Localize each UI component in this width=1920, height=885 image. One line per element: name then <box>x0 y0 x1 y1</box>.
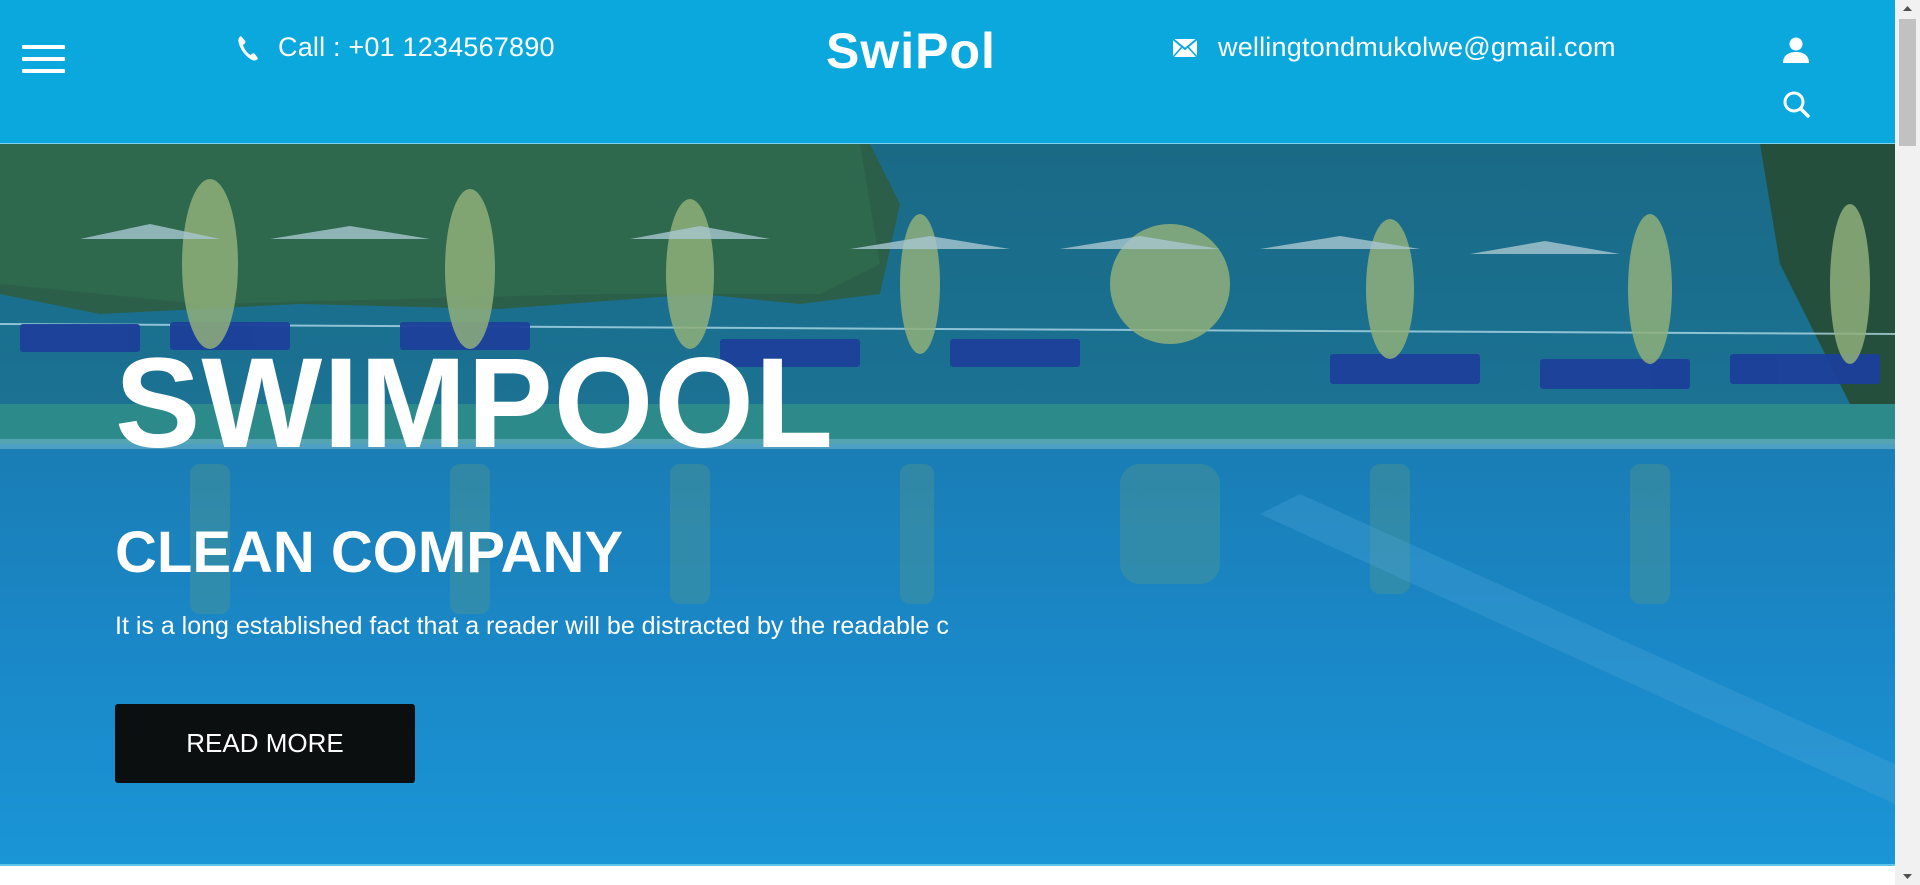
phone-icon <box>238 35 258 60</box>
hero-description: It is a long established fact that a rea… <box>115 612 949 640</box>
user-icon[interactable] <box>1782 36 1810 64</box>
email-link[interactable]: wellingtondmukolwe@gmail.com <box>1172 32 1616 63</box>
call-link[interactable]: Call : +01 1234567890 <box>236 32 555 63</box>
mail-icon <box>1172 37 1198 58</box>
call-text: Call : +01 1234567890 <box>278 32 555 62</box>
scrollbar-thumb[interactable] <box>1899 19 1916 146</box>
hero-title: SWIMPOOL <box>115 332 835 475</box>
site-header: Call : +01 1234567890 SwiPol wellingtond… <box>0 0 1895 144</box>
site-logo[interactable]: SwiPol <box>826 22 996 80</box>
scroll-down-arrow-icon[interactable] <box>1895 868 1920 885</box>
scroll-up-arrow-icon[interactable] <box>1895 0 1920 17</box>
hamburger-menu-icon[interactable] <box>22 45 65 75</box>
page-viewport: Call : +01 1234567890 SwiPol wellingtond… <box>0 0 1895 885</box>
page-scrollbar[interactable] <box>1895 0 1920 885</box>
read-more-button[interactable]: READ MORE <box>115 704 415 783</box>
search-icon[interactable] <box>1782 90 1810 118</box>
hero-banner: SWIMPOOL CLEAN COMPANY It is a long esta… <box>0 144 1895 864</box>
next-section-edge <box>0 864 1895 885</box>
hero-subtitle: CLEAN COMPANY <box>115 520 624 585</box>
email-text: wellingtondmukolwe@gmail.com <box>1218 32 1616 62</box>
